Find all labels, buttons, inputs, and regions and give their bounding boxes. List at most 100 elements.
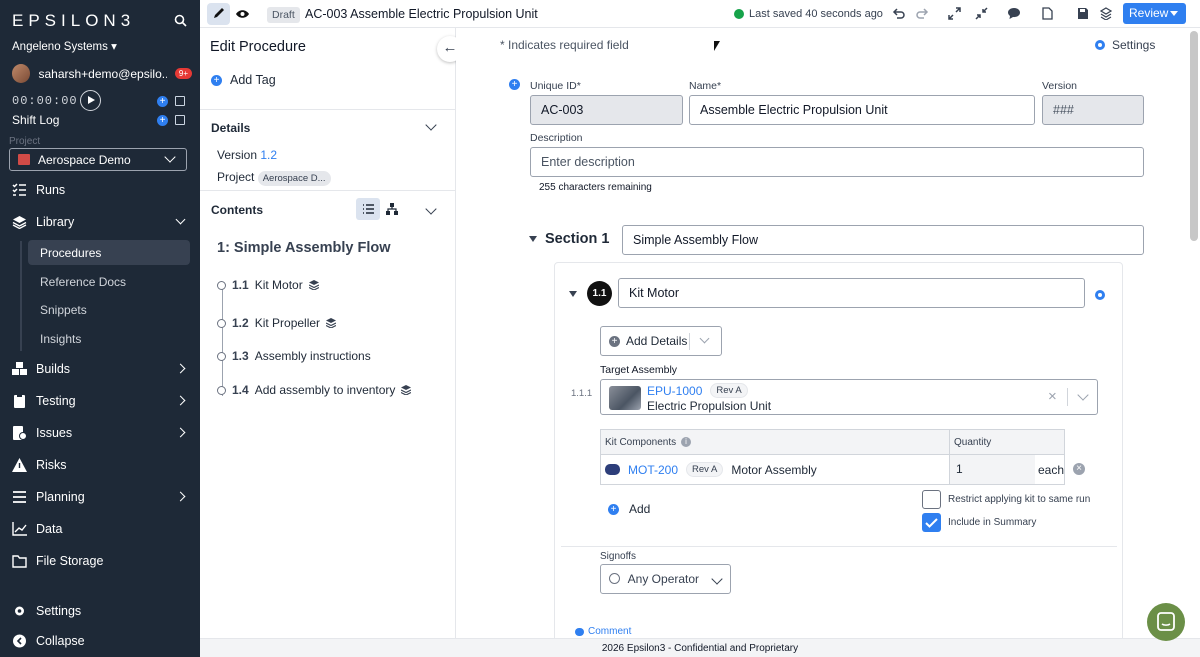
name-field[interactable]: Assemble Electric Propulsion Unit (689, 95, 1035, 125)
clear-icon[interactable]: × (1048, 388, 1057, 405)
add-details-dropdown[interactable]: + Add Details (600, 326, 722, 356)
chevron-right-icon (175, 395, 186, 406)
nav-builds[interactable]: Builds (12, 362, 192, 376)
outline-step[interactable]: 1.3 Assembly instructions (217, 349, 371, 363)
info-icon[interactable]: i (681, 437, 691, 447)
step-number: 1.2 (232, 316, 249, 330)
nav-testing[interactable]: Testing (12, 394, 192, 408)
include-summary-label: Include in Summary (948, 517, 1037, 528)
notification-badge[interactable]: 9+ (174, 68, 192, 79)
section-name-field[interactable]: Simple Assembly Flow (622, 225, 1144, 255)
gear-icon[interactable] (1094, 289, 1106, 301)
top-bar: Draft AC-003 Assemble Electric Propulsio… (200, 0, 1200, 28)
calendar-icon[interactable] (175, 96, 185, 106)
edit-mode-button[interactable] (207, 3, 230, 25)
project-select[interactable]: Aerospace Demo (9, 148, 187, 171)
nav-insights[interactable]: Insights (28, 326, 190, 351)
target-part-number[interactable]: EPU-1000 (647, 384, 702, 398)
search-icon[interactable] (174, 14, 187, 27)
nav-issues-label: Issues (36, 426, 73, 440)
include-summary-checkbox[interactable] (922, 513, 941, 532)
quantity-field[interactable]: 1 (950, 455, 1035, 484)
step-name-field[interactable]: Kit Motor (618, 278, 1085, 308)
comment-icon[interactable] (1007, 7, 1021, 20)
nav-planning[interactable]: Planning (12, 490, 192, 504)
remove-component-icon[interactable]: × (1073, 463, 1085, 475)
undo-icon[interactable] (892, 7, 905, 20)
nav-planning-label: Planning (36, 490, 85, 504)
nav-reference-docs[interactable]: Reference Docs (28, 269, 190, 294)
chevron-down-icon[interactable] (425, 119, 437, 131)
outline-section-title[interactable]: 1: Simple Assembly Flow (217, 240, 391, 256)
signoff-select[interactable]: Any Operator (600, 564, 731, 594)
list-view-button[interactable] (356, 198, 380, 220)
nav-library[interactable]: Library (12, 214, 192, 229)
gear-icon (1095, 40, 1105, 50)
outline-step[interactable]: 1.1 Kit Motor (217, 278, 319, 292)
play-timer-button[interactable] (80, 90, 101, 111)
step-name: Assembly instructions (254, 349, 371, 363)
settings-button[interactable]: Settings (1094, 38, 1155, 52)
caret-down-icon[interactable] (529, 236, 537, 242)
target-assembly-select[interactable]: EPU-1000 Rev A Electric Propulsion Unit … (600, 379, 1098, 415)
nav-issues[interactable]: Issues (12, 426, 192, 440)
add-component-button[interactable]: + Add (608, 502, 650, 516)
step-node (217, 280, 226, 290)
add-tag-button[interactable]: + Add Tag (211, 73, 276, 87)
collapse-all-icon[interactable] (975, 7, 988, 20)
layers-check-icon[interactable] (1100, 7, 1112, 20)
layers-icon (326, 318, 337, 328)
chevron-right-icon (175, 491, 186, 502)
add-timer-icon[interactable]: + (157, 96, 168, 107)
chat-icon (1157, 612, 1175, 631)
review-button[interactable]: Review (1123, 3, 1186, 24)
nav-runs[interactable]: Runs (12, 183, 192, 197)
outline-step[interactable]: 1.4 Add assembly to inventory (217, 383, 412, 397)
chevron-down-icon (175, 214, 186, 225)
scrollbar[interactable] (1190, 31, 1198, 241)
expand-icon[interactable] (948, 7, 961, 20)
redo-icon[interactable] (916, 7, 929, 20)
nav-settings[interactable]: Settings (12, 604, 192, 618)
nav-data[interactable]: Data (12, 522, 192, 536)
menu-icon (13, 491, 26, 503)
library-rail (20, 241, 22, 351)
nav-snippets[interactable]: Snippets (28, 297, 190, 322)
name-label: Name* (689, 80, 722, 92)
target-assembly-label: Target Assembly (600, 364, 678, 376)
nav-file-storage[interactable]: File Storage (12, 554, 192, 568)
step-number: 1.1 (232, 278, 249, 292)
book-icon[interactable] (175, 115, 185, 125)
signoffs-label: Signoffs (600, 551, 636, 562)
save-icon[interactable] (1077, 7, 1089, 20)
chevron-down-icon (699, 333, 710, 344)
outline-step[interactable]: 1.2 Kit Propeller (217, 316, 337, 330)
version-field[interactable]: ### (1042, 95, 1144, 125)
check-circle-icon (734, 9, 744, 19)
chevron-down-icon[interactable] (425, 203, 437, 215)
nav-procedures[interactable]: Procedures (28, 240, 190, 265)
nav-collapse[interactable]: Collapse (12, 634, 192, 648)
component-part-number[interactable]: MOT-200 (628, 463, 678, 477)
unique-id-field[interactable]: AC-003 (530, 95, 683, 125)
caret-down-icon[interactable] (569, 291, 577, 297)
view-mode-button[interactable] (231, 3, 254, 25)
chat-launcher-button[interactable] (1147, 603, 1185, 641)
contents-heading: Contents (211, 203, 263, 217)
chevron-down-icon (1077, 389, 1089, 401)
pdf-icon[interactable] (1042, 7, 1053, 20)
shift-log-link[interactable]: Shift Log (12, 113, 59, 127)
nav-risks[interactable]: Risks (12, 458, 192, 472)
description-field[interactable]: Enter description (530, 147, 1144, 177)
layers-icon (308, 280, 319, 290)
version-value[interactable]: 1.2 (260, 148, 277, 162)
signoff-value: Any Operator (627, 572, 700, 586)
part-thumbnail (605, 464, 620, 475)
user-menu[interactable]: saharsh+demo@epsilo... 9+ (12, 64, 192, 83)
restrict-kit-checkbox[interactable] (922, 490, 941, 509)
add-shift-log-icon[interactable]: + (157, 115, 168, 126)
org-switcher[interactable]: Angeleno Systems ▾ (12, 39, 117, 53)
add-header-icon[interactable]: + (509, 79, 520, 90)
tree-view-button[interactable] (380, 198, 404, 220)
comment-button[interactable]: Comment (575, 626, 631, 637)
